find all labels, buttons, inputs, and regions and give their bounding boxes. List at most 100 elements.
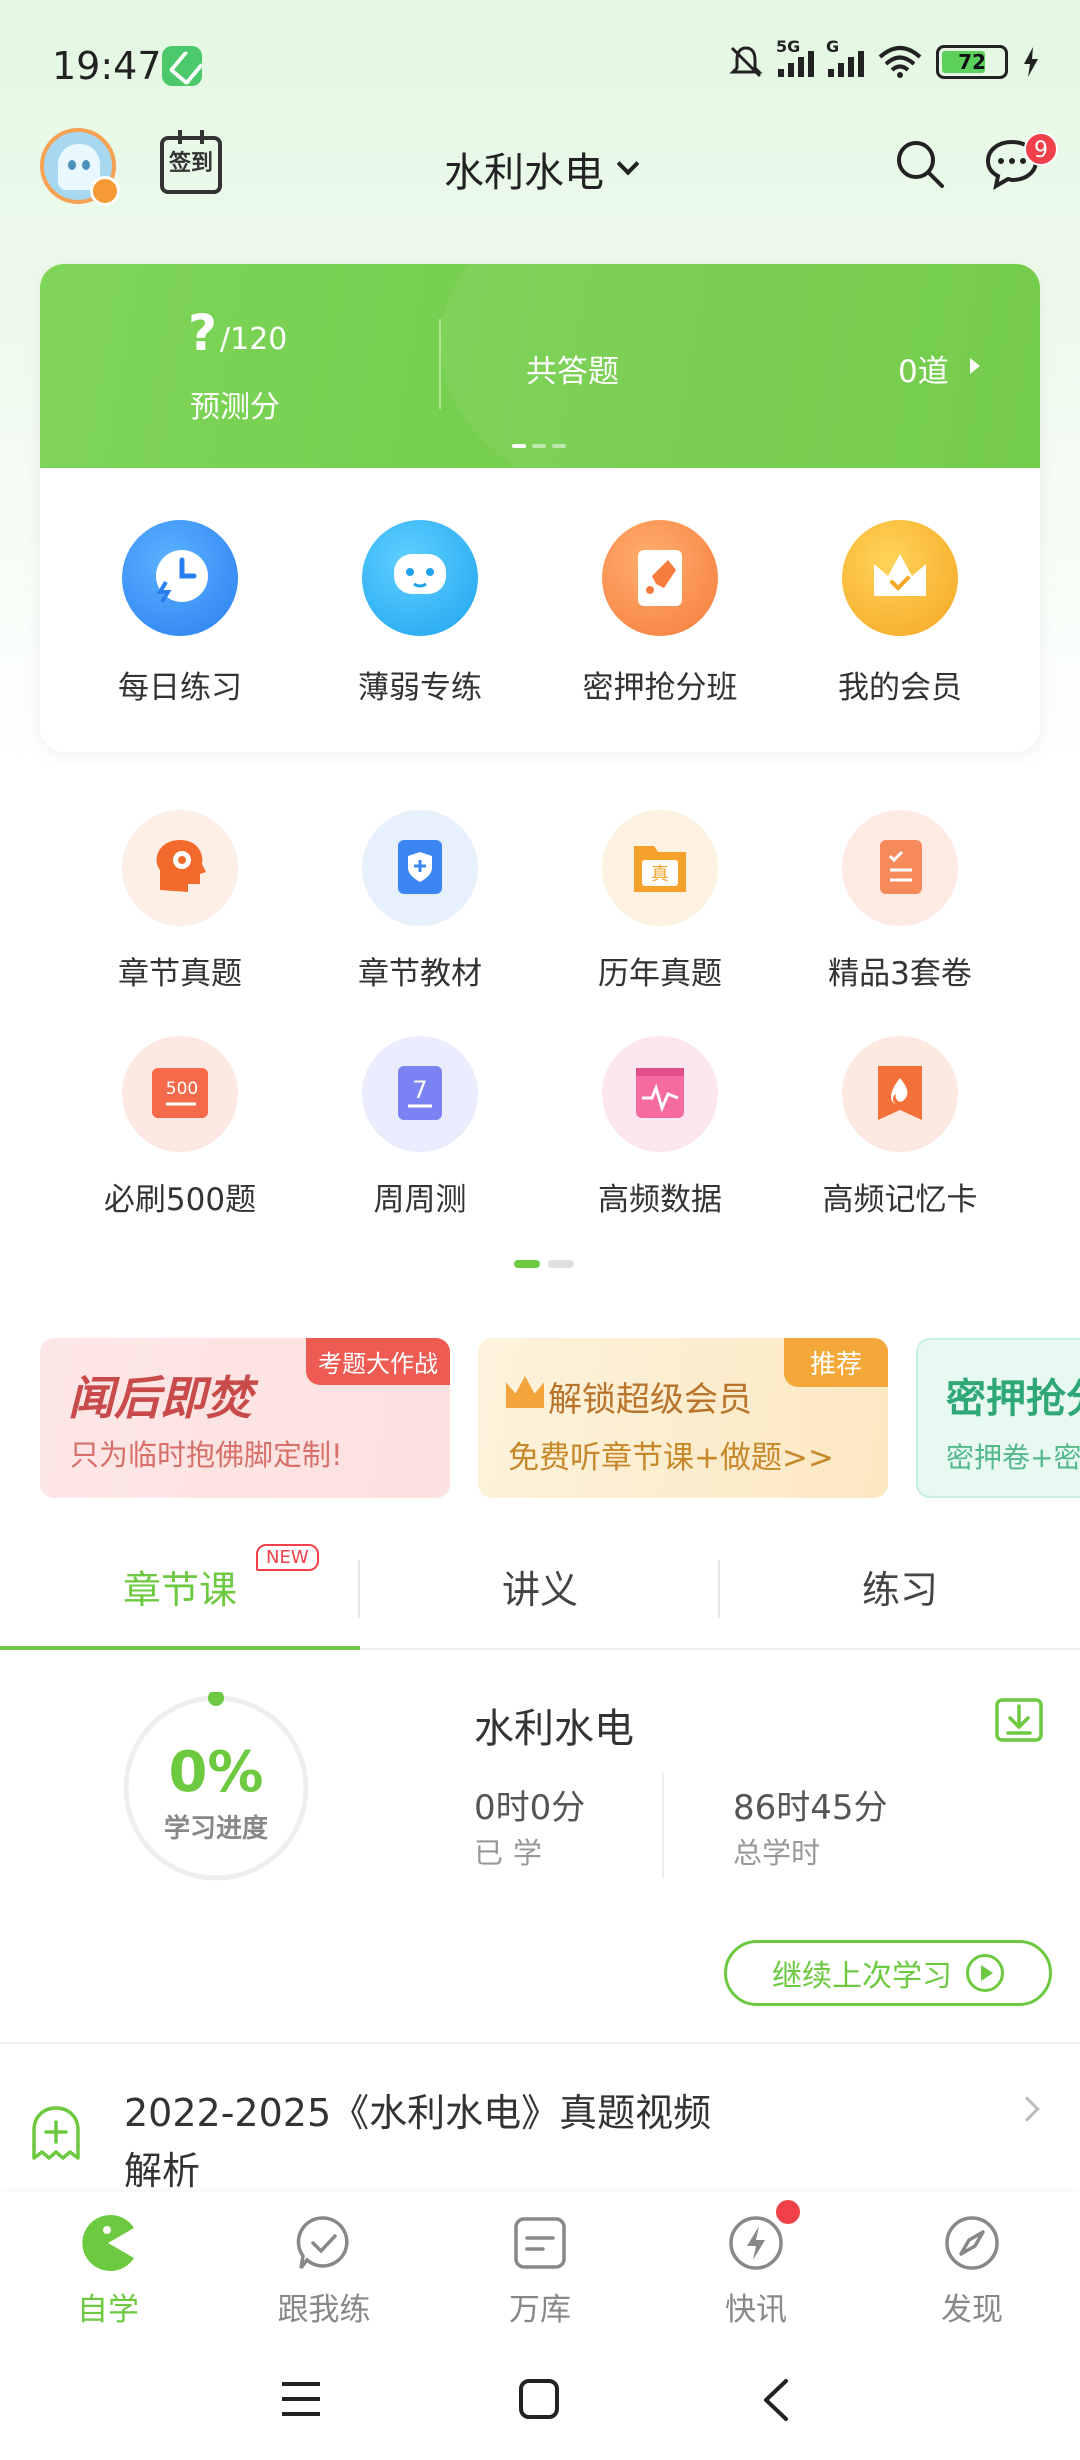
weekly-test-button[interactable]: 7 周周测 [300, 1036, 540, 1262]
nav-discover-label: 发现 [941, 2292, 1003, 2328]
stat-divider [662, 1772, 664, 1878]
premium-papers-button[interactable]: 精品3套卷 [780, 810, 1020, 1036]
banner-exam-battle-title: 闻后即焚 [68, 1371, 252, 1425]
nav-follow-practice[interactable]: 跟我练 [216, 2192, 432, 2338]
nav-news-label: 快讯 [725, 2292, 787, 2328]
arrow-right-icon [970, 358, 980, 374]
nav-news[interactable]: 快讯 [648, 2192, 864, 2338]
banner-secret-class-subtitle: 密押卷+密 [946, 1441, 1080, 1474]
chapter-exam-button[interactable]: 章节真题 [60, 810, 300, 1036]
nav-self-study[interactable]: 自学 [0, 2192, 216, 2338]
nav-follow-practice-label: 跟我练 [277, 2292, 371, 2328]
banner-super-vip-subtitle: 免费听章节课+做题>> [508, 1440, 834, 1476]
chat-bubble-icon [362, 520, 478, 636]
menu-icon[interactable] [280, 2380, 322, 2418]
secret-class-label: 密押抢分班 [582, 670, 738, 706]
section-divider [0, 2042, 1080, 2044]
compass-icon [945, 2216, 999, 2270]
chevron-right-icon [1014, 2096, 1040, 2122]
studied-time: 0时0分 [474, 1788, 586, 1828]
banner-exam-battle-tag: 考题大作战 [306, 1338, 450, 1385]
total-label: 总学时 [733, 1836, 821, 1870]
feature-grid: 章节真题 章节教材 真 历年真题 精品3套卷 500 必刷500题 7 周周测 … [60, 810, 1020, 1262]
battery-icon: 72 [936, 45, 1008, 79]
back-icon[interactable] [760, 2378, 790, 2422]
charging-icon [1024, 47, 1038, 77]
chevron-down-icon [616, 152, 640, 176]
banner-recommend-tag: 推荐 [783, 1338, 888, 1387]
banner-secret-class[interactable]: 密押抢分 密押卷+密 [916, 1338, 1080, 1498]
weak-practice-button[interactable]: 薄弱专练 [300, 520, 540, 707]
search-icon[interactable] [894, 138, 946, 190]
must-do-500-button[interactable]: 500 必刷500题 [60, 1036, 300, 1262]
flame-card-icon [842, 1036, 958, 1152]
carousel-dots [512, 444, 566, 448]
head-gear-icon [122, 810, 238, 926]
news-notification-dot [776, 2200, 800, 2224]
answered-count: 0道 [898, 354, 949, 390]
app-notification-icon [162, 46, 202, 86]
tab-practice[interactable]: 练习 [720, 1540, 1080, 1648]
banner-secret-class-title: 密押抢分 [946, 1376, 1080, 1422]
rocket-icon [602, 520, 718, 636]
chapter-textbook-button[interactable]: 章节教材 [300, 810, 540, 1036]
shield-book-icon [362, 810, 478, 926]
svg-text:7: 7 [412, 1076, 427, 1104]
answered-label: 共答题 [526, 354, 619, 390]
must-do-500-label: 必刷500题 [103, 1182, 257, 1218]
my-vip-label: 我的会员 [838, 670, 962, 706]
nav-self-study-label: 自学 [77, 2292, 139, 2328]
predicted-score-label: 预测分 [190, 390, 280, 425]
pulse-chart-icon [602, 1036, 718, 1152]
svg-text:真: 真 [651, 864, 669, 885]
premium-papers-label: 精品3套卷 [828, 956, 972, 992]
score-banner[interactable]: ? /120 预测分 共答题 0道 [40, 264, 1040, 544]
wifi-icon [878, 46, 922, 78]
studied-label: 已学 [474, 1836, 553, 1870]
tab-divider [718, 1560, 720, 1618]
content-tabs: 章节课 讲义 练习 [0, 1540, 1080, 1650]
progress-start-dot [208, 1692, 224, 1706]
past-exams-button[interactable]: 真 历年真题 [540, 810, 780, 1036]
bottom-nav: 自学 跟我练 万库 快讯 发现 [0, 2192, 1080, 2338]
high-freq-data-label: 高频数据 [598, 1182, 722, 1218]
grid-page-indicator [514, 1260, 574, 1268]
banner-super-vip-title: 解锁超级会员 [548, 1380, 752, 1420]
tab-handouts[interactable]: 讲义 [360, 1540, 720, 1648]
daily-practice-button[interactable]: 每日练习 [60, 520, 300, 707]
nav-question-bank[interactable]: 万库 [432, 2192, 648, 2338]
progress-label: 学习进度 [163, 1814, 268, 1844]
course-title: 水利水电 [474, 1706, 634, 1752]
banner-exam-battle[interactable]: 闻后即焚 只为临时抱佛脚定制! 考题大作战 [40, 1338, 450, 1498]
check-circle-icon [296, 2216, 349, 2270]
message-count-badge: 9 [1024, 132, 1058, 166]
continue-learning-label: 继续上次学习 [772, 1959, 952, 1994]
crown-icon [506, 1376, 544, 1408]
banner-super-vip[interactable]: 解锁超级会员 免费听章节课+做题>> 推荐 [478, 1338, 888, 1498]
mute-icon [729, 46, 763, 78]
chapter-exam-label: 章节真题 [118, 956, 242, 992]
total-time: 86时45分 [733, 1788, 888, 1828]
new-badge: NEW [256, 1544, 319, 1571]
continue-learning-button[interactable]: 继续上次学习 [724, 1940, 1052, 2006]
crown-icon [842, 520, 958, 636]
lightning-icon [729, 2216, 783, 2270]
video-list-item[interactable]: 2022-2025《水利水电》真题视频解析 [124, 2084, 744, 2200]
document-icon [514, 2217, 566, 2269]
nav-discover[interactable]: 发现 [864, 2192, 1080, 2338]
clock-icon [122, 520, 238, 636]
memory-cards-button[interactable]: 高频记忆卡 [780, 1036, 1020, 1262]
home-icon[interactable] [518, 2378, 560, 2420]
secret-class-button[interactable]: 密押抢分班 [540, 520, 780, 707]
progress-percent: 0% [168, 1740, 264, 1805]
chapter-textbook-label: 章节教材 [358, 956, 482, 992]
folder-icon: 真 [602, 810, 718, 926]
banner-exam-battle-subtitle: 只为临时抱佛脚定制! [70, 1438, 343, 1472]
high-freq-data-button[interactable]: 高频数据 [540, 1036, 780, 1262]
predicted-score: ? [188, 304, 218, 362]
my-vip-button[interactable]: 我的会员 [780, 520, 1020, 707]
past-exams-label: 历年真题 [598, 956, 722, 992]
nav-question-bank-label: 万库 [509, 2292, 571, 2328]
weekly-test-label: 周周测 [373, 1182, 467, 1218]
download-icon[interactable] [994, 1694, 1044, 1744]
